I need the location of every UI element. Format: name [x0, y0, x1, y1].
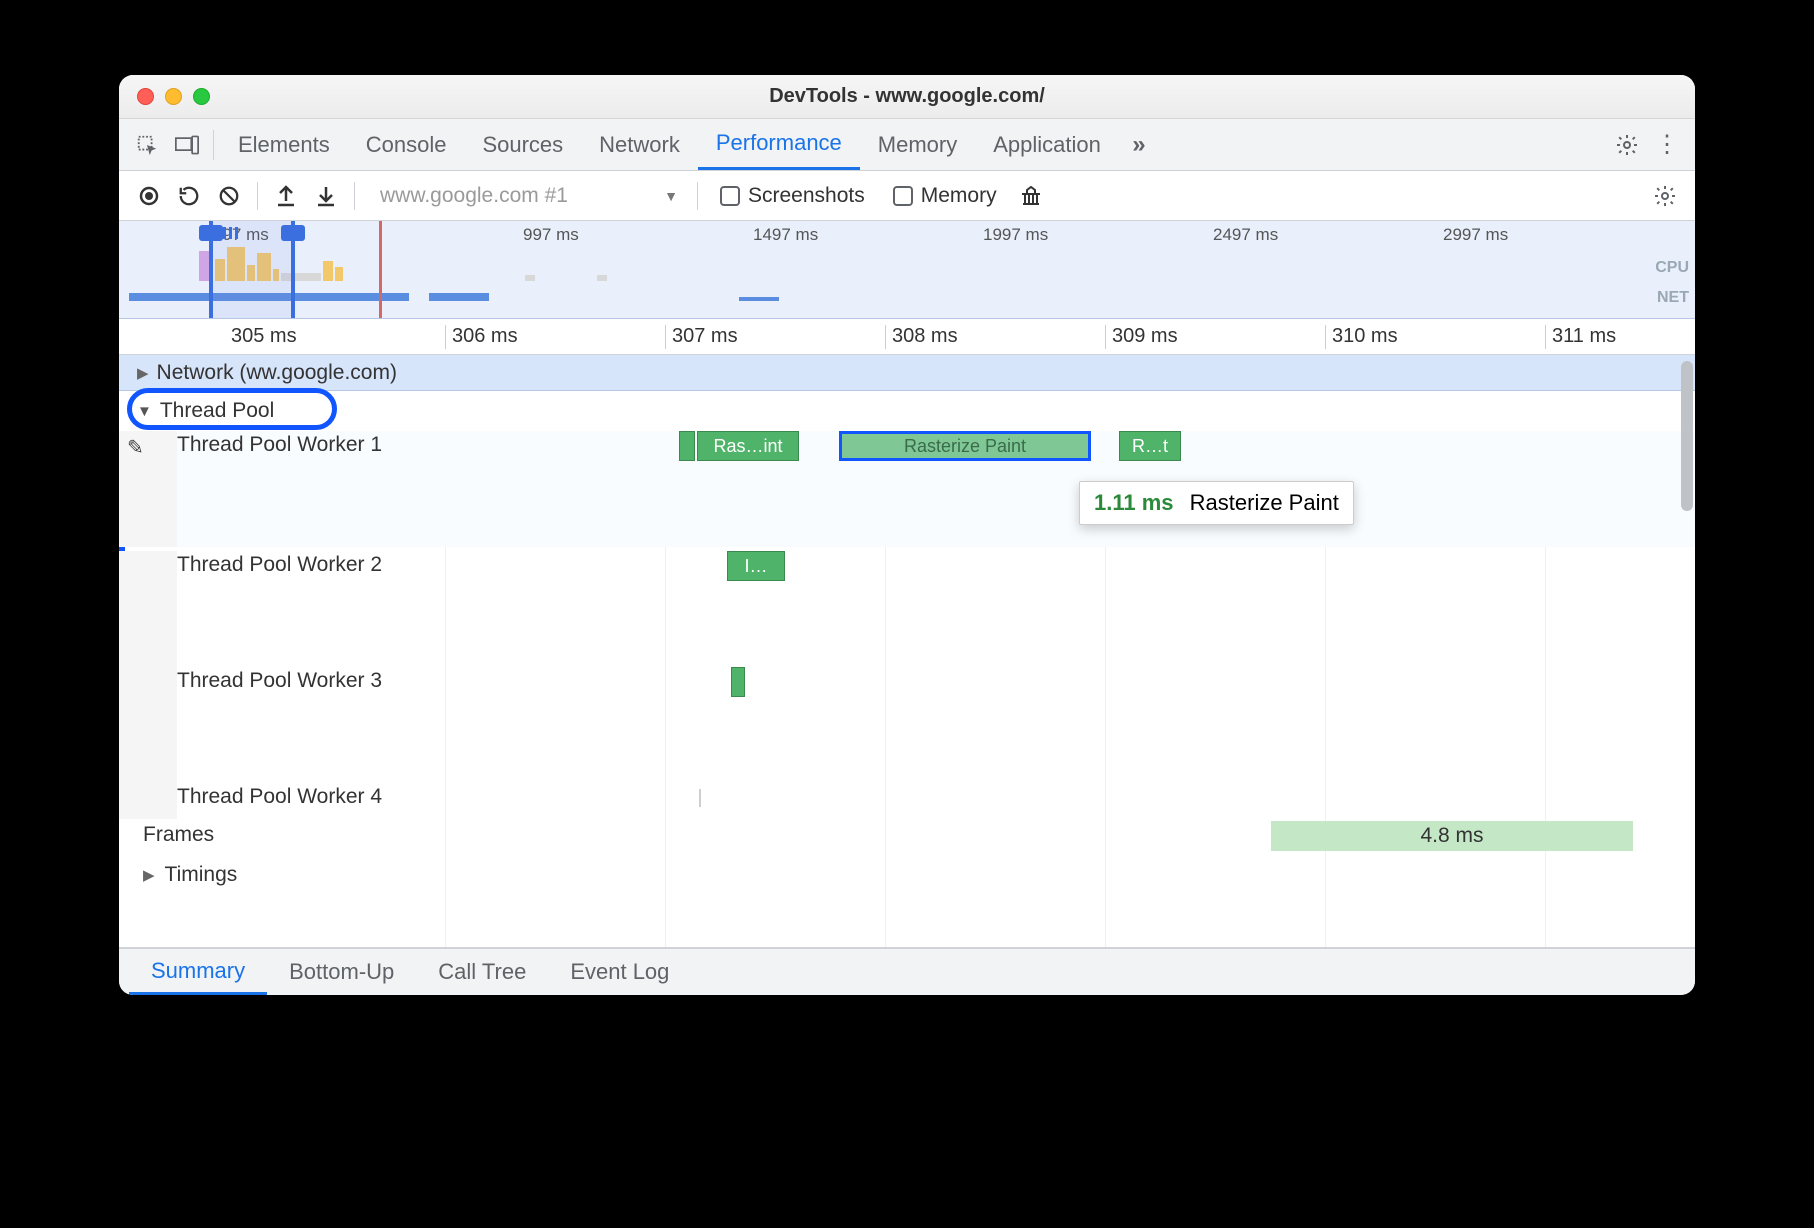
garbage-collect-icon[interactable]	[1011, 176, 1051, 216]
divider	[697, 182, 698, 210]
thread-lane: Thread Pool Worker 4	[119, 783, 1695, 819]
timeline-ruler[interactable]: 305 ms 306 ms 307 ms 308 ms 309 ms 310 m…	[119, 319, 1695, 355]
titlebar: DevTools - www.google.com/	[119, 75, 1695, 119]
tab-summary[interactable]: Summary	[129, 949, 267, 995]
overview-flame	[199, 247, 1625, 281]
close-window-button[interactable]	[137, 88, 154, 105]
record-button[interactable]	[129, 176, 169, 216]
screenshots-label: Screenshots	[748, 184, 865, 208]
threadpool-section-header[interactable]: ▼ Thread Pool	[119, 391, 1695, 431]
kebab-menu-icon[interactable]: ⋮	[1647, 125, 1687, 165]
collapse-arrow-icon: ▼	[137, 403, 152, 420]
tab-sources[interactable]: Sources	[464, 119, 581, 170]
perf-toolbar: www.google.com #1 ▼ Screenshots Memory	[119, 171, 1695, 221]
more-tabs-icon[interactable]: »	[1119, 125, 1159, 165]
window-title: DevTools - www.google.com/	[119, 85, 1695, 108]
tab-network[interactable]: Network	[581, 119, 698, 170]
overview-marker	[379, 221, 382, 318]
flame-block[interactable]	[679, 431, 695, 461]
minimize-window-button[interactable]	[165, 88, 182, 105]
memory-checkbox[interactable]: Memory	[893, 184, 997, 208]
tab-elements[interactable]: Elements	[220, 119, 348, 170]
divider	[257, 182, 258, 210]
tab-bottom-up[interactable]: Bottom-Up	[267, 949, 416, 995]
flame-tooltip: 1.11 ms Rasterize Paint	[1079, 481, 1354, 525]
tab-performance[interactable]: Performance	[698, 119, 860, 170]
flame-chart[interactable]: ▶ Network (ww.google.com) ▼ Thread Pool …	[119, 355, 1695, 947]
overview-cpu-label: CPU	[1655, 259, 1689, 277]
flame-tick	[699, 789, 701, 807]
panel-tabbar: Elements Console Sources Network Perform…	[119, 119, 1695, 171]
clear-button[interactable]	[209, 176, 249, 216]
frames-row[interactable]: Frames 4.8 ms	[119, 819, 1695, 855]
timings-label: Timings	[165, 863, 238, 887]
inspect-icon[interactable]	[127, 125, 167, 165]
divider	[354, 182, 355, 210]
flame-block[interactable]: Ras…int	[697, 431, 799, 461]
checkbox-box	[720, 186, 740, 206]
network-section-header[interactable]: ▶ Network (ww.google.com)	[119, 355, 1695, 391]
checkbox-box	[893, 186, 913, 206]
thread-lane: ✎ Thread Pool Worker 1 Ras…int Rasterize…	[119, 431, 1695, 547]
tab-console[interactable]: Console	[348, 119, 465, 170]
capture-settings-gear-icon[interactable]	[1645, 176, 1685, 216]
device-toggle-icon[interactable]	[167, 125, 207, 165]
frame-bar[interactable]: 4.8 ms	[1271, 821, 1633, 851]
flame-block[interactable]: R…t	[1119, 431, 1181, 461]
tooltip-name: Rasterize Paint	[1190, 490, 1339, 515]
thread-lane: Thread Pool Worker 3	[119, 667, 1695, 783]
screenshots-checkbox[interactable]: Screenshots	[720, 184, 865, 208]
flame-block[interactable]	[731, 667, 745, 697]
overview-net-label: NET	[1657, 289, 1689, 307]
tooltip-duration: 1.11 ms	[1094, 490, 1174, 515]
zoom-window-button[interactable]	[193, 88, 210, 105]
settings-gear-icon[interactable]	[1607, 125, 1647, 165]
traffic-lights	[137, 88, 210, 105]
tab-application[interactable]: Application	[975, 119, 1119, 170]
devtools-window: DevTools - www.google.com/ Elements Cons…	[119, 75, 1695, 995]
tab-call-tree[interactable]: Call Tree	[416, 949, 548, 995]
flame-block[interactable]: I…	[727, 551, 785, 581]
flame-block-selected[interactable]: Rasterize Paint	[839, 431, 1091, 461]
timings-row[interactable]: ▶ Timings	[119, 855, 1695, 895]
threadpool-header-label: Thread Pool	[160, 399, 274, 423]
tab-memory[interactable]: Memory	[860, 119, 975, 170]
frames-label: Frames	[143, 823, 214, 847]
overview-net-bars	[119, 293, 1695, 305]
upload-icon[interactable]	[266, 176, 306, 216]
overview-strip[interactable]: 497 ms 997 ms 1497 ms 1997 ms 2497 ms 29…	[119, 221, 1695, 319]
details-tabbar: Summary Bottom-Up Call Tree Event Log	[119, 947, 1695, 995]
overview-selection-handles[interactable]	[209, 221, 295, 318]
thread-lane: Thread Pool Worker 2 I…	[119, 551, 1695, 667]
chevron-down-icon: ▼	[664, 188, 678, 204]
download-icon[interactable]	[306, 176, 346, 216]
network-header-label: Network (ww.google.com)	[157, 361, 397, 385]
memory-label: Memory	[921, 184, 997, 208]
divider	[213, 130, 214, 160]
vertical-scrollbar[interactable]	[1681, 361, 1693, 511]
expand-arrow-icon: ▶	[137, 364, 149, 382]
tab-event-log[interactable]: Event Log	[548, 949, 691, 995]
expand-arrow-icon: ▶	[143, 866, 155, 884]
reload-record-button[interactable]	[169, 176, 209, 216]
profile-select[interactable]: www.google.com #1 ▼	[369, 183, 689, 209]
profile-select-label: www.google.com #1	[380, 184, 568, 208]
